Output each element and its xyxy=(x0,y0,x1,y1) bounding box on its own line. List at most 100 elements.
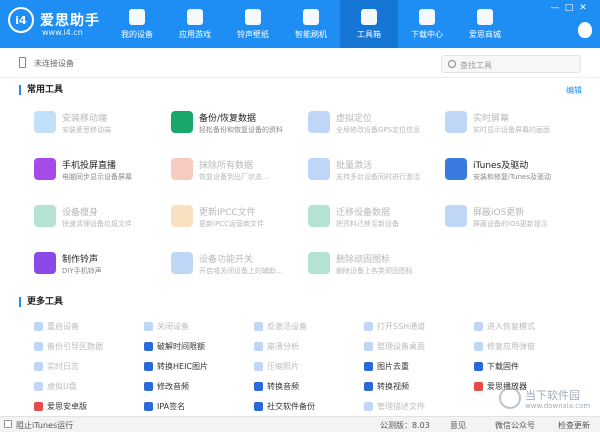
nav-item-3[interactable]: 智能刷机 xyxy=(282,0,340,48)
more-tool-item[interactable]: 关闭设备 xyxy=(144,320,189,332)
more-tool-icon xyxy=(34,341,43,351)
nav-item-2[interactable]: 铃声壁纸 xyxy=(224,0,282,48)
more-tool-item[interactable]: 压缩照片 xyxy=(254,360,299,372)
tool-name: 迁移设备数据 xyxy=(336,208,391,218)
tool-tile[interactable]: 实时屏幕 实时显示设备屏幕的画面 xyxy=(445,108,580,148)
more-tool-item[interactable]: IPA签名 xyxy=(144,400,185,412)
more-tool-label: 转换视频 xyxy=(377,381,409,391)
more-tool-item[interactable]: 爱思安卓版 xyxy=(34,400,87,412)
tool-tile[interactable]: 删除顽固图标删除设备上各类顽固图标 xyxy=(308,249,443,289)
tool-tile[interactable]: 手机投屏直播电脑同步显示设备屏幕 xyxy=(34,155,169,195)
tool-icon xyxy=(445,158,467,180)
more-tool-item[interactable]: 备份引导区数据 xyxy=(34,340,103,352)
more-tool-icon xyxy=(364,401,373,411)
more-tool-item[interactable]: 破解时间限额 xyxy=(144,340,205,352)
tool-desc: 电脑同步显示设备屏幕 xyxy=(62,173,132,181)
more-tool-item[interactable]: 进入恢复模式 xyxy=(474,320,535,332)
tool-name: 实时屏幕 xyxy=(473,114,510,124)
watermark: 当下软件园 www.downxia.com xyxy=(497,385,597,415)
app-url: www.i4.cn xyxy=(42,28,83,37)
wechat-link[interactable]: 微信公众号 xyxy=(495,420,535,431)
tool-tile[interactable]: 批量激活 支持多台设备同时进行激活 xyxy=(308,155,443,195)
more-tool-item[interactable]: 重启设备 xyxy=(34,320,79,332)
maximize-button[interactable]: □ xyxy=(562,2,576,14)
more-tool-item[interactable]: 整理设备桌面 xyxy=(364,340,425,352)
tool-tile[interactable]: 安装移动端 安装爱思移动端 xyxy=(34,108,169,148)
more-tool-item[interactable]: 虚拟U盘 xyxy=(34,380,77,392)
nav-item-6[interactable]: 爱思商城 xyxy=(456,0,514,48)
tool-desc: 开启或关闭设备上的辅助... xyxy=(199,267,283,275)
tool-tile[interactable]: 迁移设备数据 把资料迁移至新设备 xyxy=(308,202,443,242)
more-tool-icon xyxy=(144,321,153,331)
nav-label: 下载中心 xyxy=(411,29,443,39)
nav-label: 爱思商城 xyxy=(469,29,501,39)
more-tool-label: 压缩照片 xyxy=(267,361,299,371)
tool-tile[interactable]: 制作铃声 DIY手机铃声 xyxy=(34,249,169,289)
more-tool-item[interactable]: 图片去重 xyxy=(364,360,409,372)
tool-tile[interactable]: 屏蔽iOS更新 屏蔽设备的iOS更新提示 xyxy=(445,202,580,242)
more-tool-icon xyxy=(254,321,263,331)
more-tool-icon xyxy=(34,361,43,371)
nav-item-5[interactable]: 下载中心 xyxy=(398,0,456,48)
device-status: 未连接设备 xyxy=(34,59,74,68)
tool-name: 虚拟定位 xyxy=(336,114,373,124)
edit-link[interactable]: 编辑 xyxy=(566,85,582,96)
more-tool-item[interactable]: 崩溃分析 xyxy=(254,340,299,352)
tool-tile[interactable]: iTunes及驱动 安装和修复iTunes及驱动 xyxy=(445,155,580,195)
more-tool-item[interactable]: 下载固件 xyxy=(474,360,519,372)
more-tool-icon xyxy=(254,361,263,371)
tool-icon xyxy=(34,111,56,133)
search-input[interactable]: 查找工具 xyxy=(441,55,581,73)
tool-tile[interactable]: 设备瘦身 快速清理设备垃圾文件 xyxy=(34,202,169,242)
more-tool-label: 爱思安卓版 xyxy=(47,401,87,411)
tool-icon xyxy=(308,158,330,180)
more-tool-item[interactable]: 社交软件备份 xyxy=(254,400,315,412)
tool-name: 手机投屏直播 xyxy=(62,161,117,171)
nav-label: 我的设备 xyxy=(121,29,153,39)
tool-tile[interactable]: 备份/恢复数据 轻松备份和恢复设备的资料 xyxy=(171,108,306,148)
tool-desc: 屏蔽设备的iOS更新提示 xyxy=(473,220,548,228)
more-tool-item[interactable]: 实时日志 xyxy=(34,360,79,372)
nav-item-1[interactable]: 应用游戏 xyxy=(166,0,224,48)
tool-name: 删除顽固图标 xyxy=(336,255,391,265)
tool-desc: 快速清理设备垃圾文件 xyxy=(62,220,132,228)
gear-icon xyxy=(303,8,319,25)
more-tool-icon xyxy=(364,321,373,331)
nav-item-0[interactable]: 我的设备 xyxy=(108,0,166,48)
nav-label: 应用游戏 xyxy=(179,29,211,39)
more-tool-item[interactable]: 修复应用弹窗 xyxy=(474,340,535,352)
tool-tile[interactable]: 设备功能开关 开启或关闭设备上的辅助... xyxy=(171,249,306,289)
more-tool-item[interactable]: 反激活设备 xyxy=(254,320,307,332)
app-brand: 爱思助手 xyxy=(40,13,100,29)
block-itunes-checkbox[interactable] xyxy=(4,420,12,428)
tool-desc: 删除设备上各类顽固图标 xyxy=(336,267,413,275)
more-tool-item[interactable]: 转换视频 xyxy=(364,380,409,392)
feedback-link[interactable]: 意见 xyxy=(450,420,466,431)
more-tool-icon xyxy=(364,381,373,391)
nav-label: 智能刷机 xyxy=(295,29,327,39)
check-update-link[interactable]: 检查更新 xyxy=(558,420,590,431)
tool-desc: 恢复设备到出厂状态... xyxy=(199,173,269,181)
more-tool-icon xyxy=(364,361,373,371)
minimize-button[interactable]: — xyxy=(548,2,562,14)
more-tool-item[interactable]: 转换音频 xyxy=(254,380,299,392)
more-tool-label: IPA签名 xyxy=(157,401,186,411)
more-tool-item[interactable]: 修改音频 xyxy=(144,380,189,392)
watermark-url: www.downxia.com xyxy=(525,402,591,410)
more-tool-item[interactable]: 转换HEIC图片 xyxy=(144,360,208,372)
tool-tile[interactable]: 虚拟定位 全局修改设备GPS定位信息 xyxy=(308,108,443,148)
more-tool-icon xyxy=(254,401,263,411)
tool-tile[interactable]: 抹除所有数据 恢复设备到出厂状态... xyxy=(171,155,306,195)
more-tool-item[interactable]: 管理描述文件 xyxy=(364,400,425,412)
nav-item-4[interactable]: 工具箱 xyxy=(340,0,398,48)
tool-tile[interactable]: 更新IPCC文件 更新IPCC运营商文件 xyxy=(171,202,306,242)
app-logo-icon: i4 xyxy=(8,7,34,33)
close-button[interactable]: ✕ xyxy=(576,2,590,14)
more-tool-icon xyxy=(474,341,483,351)
more-tool-item[interactable]: 打开SSH通道 xyxy=(364,320,425,332)
tool-name: 更新IPCC文件 xyxy=(199,208,256,218)
block-itunes-label: 阻止iTunes运行 xyxy=(16,421,74,430)
tool-name: 制作铃声 xyxy=(62,255,99,265)
common-tools-title: 常用工具 xyxy=(19,85,63,95)
tool-icon xyxy=(171,158,193,180)
